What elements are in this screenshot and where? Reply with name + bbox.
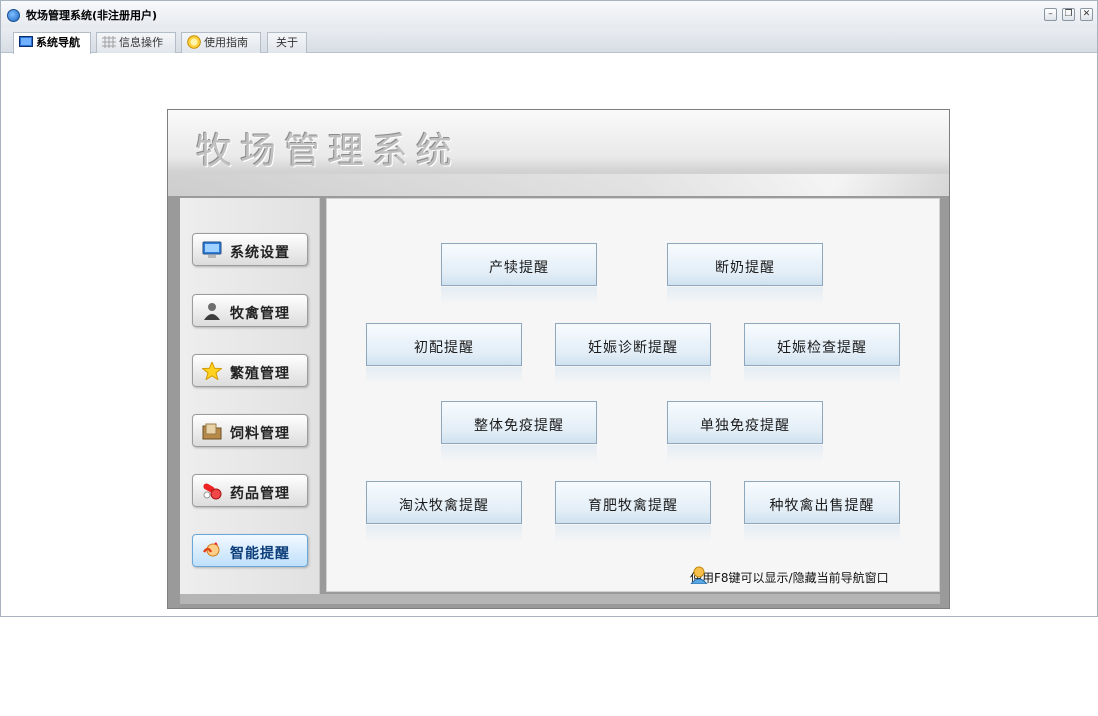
tab-bar: 系统导航 信息操作 使用指南 关于 <box>1 28 1097 54</box>
title-bar[interactable]: 牧场管理系统(非注册用户) – ❐ ✕ <box>1 1 1097 28</box>
pills-icon <box>203 483 222 500</box>
tab-user-guide[interactable]: 使用指南 <box>181 32 261 53</box>
herd-immunization-reminder-button[interactable]: 整体免疫提醒 <box>441 401 597 463</box>
sidebar-item-system-settings[interactable]: 系统设置 <box>192 233 308 266</box>
grid-icon <box>102 36 116 48</box>
pregnancy-check-reminder-button[interactable]: 妊娠检查提醒 <box>744 323 900 385</box>
tab-info-ops[interactable]: 信息操作 <box>96 32 176 53</box>
calving-reminder-button[interactable]: 产犊提醒 <box>441 243 597 305</box>
first-mating-reminder-button[interactable]: 初配提醒 <box>366 323 522 385</box>
culling-reminder-button[interactable]: 淘汰牧禽提醒 <box>366 481 522 543</box>
star-icon <box>202 362 222 380</box>
close-button[interactable]: ✕ <box>1080 8 1093 21</box>
nav-panel: 牧场管理系统 系统设置 牧禽管理 繁殖管理 饲料管理 药品管理 智能提醒 产犊提… <box>167 109 950 609</box>
banner-swoosh <box>168 174 949 196</box>
restore-button[interactable]: ❐ <box>1062 8 1075 21</box>
individual-immunization-reminder-button[interactable]: 单独免疫提醒 <box>667 401 823 463</box>
folder-icon <box>202 423 222 440</box>
banner: 牧场管理系统 <box>168 110 949 196</box>
monitor-icon <box>19 36 33 47</box>
fattening-reminder-button[interactable]: 育肥牧禽提醒 <box>555 481 711 543</box>
user-hint-icon <box>690 566 708 584</box>
weaning-reminder-button[interactable]: 断奶提醒 <box>667 243 823 305</box>
panel-bottom-bar <box>180 594 940 604</box>
sidebar-item-livestock-mgmt[interactable]: 牧禽管理 <box>192 294 308 327</box>
tab-about[interactable]: 关于 <box>267 32 307 53</box>
f8-hint-text: 使用F8键可以显示/隐藏当前导航窗口 <box>690 571 889 585</box>
minimize-button[interactable]: – <box>1044 8 1057 21</box>
sidebar-item-medicine-mgmt[interactable]: 药品管理 <box>192 474 308 507</box>
sidebar-item-smart-reminder[interactable]: 智能提醒 <box>192 534 308 567</box>
reminder-icon <box>202 542 220 557</box>
help-icon <box>187 35 201 49</box>
computer-icon <box>202 241 222 258</box>
sidebar-item-feed-mgmt[interactable]: 饲料管理 <box>192 414 308 447</box>
sidebar-item-breeding-mgmt[interactable]: 繁殖管理 <box>192 354 308 387</box>
window-title: 牧场管理系统(非注册用户) <box>26 9 158 22</box>
app-logo-icon <box>7 9 20 22</box>
tab-system-nav[interactable]: 系统导航 <box>13 32 91 54</box>
breeding-stock-sale-reminder-button[interactable]: 种牧禽出售提醒 <box>744 481 900 543</box>
banner-title: 牧场管理系统 <box>196 131 461 172</box>
person-icon <box>204 303 220 320</box>
pregnancy-diagnosis-reminder-button[interactable]: 妊娠诊断提醒 <box>555 323 711 385</box>
